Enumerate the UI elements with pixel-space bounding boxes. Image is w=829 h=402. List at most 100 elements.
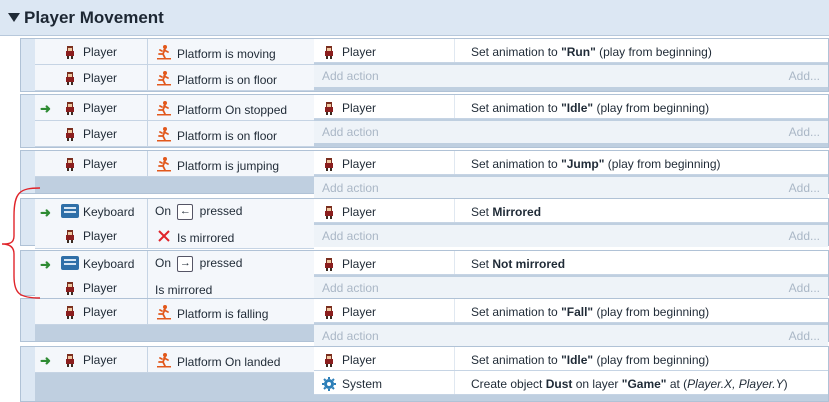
condition-text: On → pressed — [155, 256, 242, 272]
column-separator — [147, 275, 148, 300]
condition-object-name: Player — [83, 281, 118, 295]
player-sprite-icon — [322, 353, 336, 367]
add-more-link[interactable]: Add... — [789, 69, 820, 83]
action-row[interactable]: Player Set animation to "Jump" (play from… — [314, 151, 828, 175]
event-block[interactable]: ➜ Player Platform On stopped Player Platform… — [20, 94, 829, 148]
column-separator — [147, 39, 148, 64]
action-text-part: (play from beginning) — [593, 353, 710, 367]
add-more-link[interactable]: Add... — [789, 281, 820, 295]
condition-object-name: Player — [83, 229, 118, 243]
column-separator — [147, 95, 148, 120]
condition-row[interactable]: Player Platform is on floor — [35, 121, 314, 147]
column-separator — [147, 223, 148, 248]
player-sprite-icon — [322, 205, 336, 219]
action-text-part: Set animation to — [471, 45, 562, 59]
add-action-row[interactable]: Add action Add... — [314, 325, 828, 347]
platform-behavior-icon — [156, 126, 172, 142]
add-more-link[interactable]: Add... — [789, 329, 820, 343]
condition-suffix: pressed — [196, 204, 243, 219]
condition-object-name: Player — [83, 157, 118, 171]
platform-behavior-icon — [156, 100, 172, 116]
event-block[interactable]: ➜ Keyboard On ← pressed Player Is mirrored Pl… — [20, 198, 829, 249]
action-text-part: Create object — [471, 377, 546, 391]
action-row[interactable]: Player Set animation to "Fall" (play from… — [314, 299, 828, 323]
condition-text: Platform is jumping — [177, 159, 280, 173]
condition-object-name: Player — [83, 45, 118, 59]
add-action-link[interactable]: Add action — [322, 229, 379, 243]
action-row[interactable]: Player Set Mirrored — [314, 199, 828, 223]
action-text-part: Set animation to — [471, 305, 562, 319]
add-more-link[interactable]: Add... — [789, 125, 820, 139]
action-row[interactable]: System Create object Dust on layer "Game"… — [314, 371, 828, 395]
event-block[interactable]: ➜ Player Platform On landed Player Set anima… — [20, 346, 829, 402]
condition-row[interactable]: ➜ Keyboard On ← pressed — [35, 199, 314, 225]
column-separator — [147, 121, 148, 146]
condition-row[interactable]: ➜ Player Platform On stopped — [35, 95, 314, 121]
column-separator — [454, 371, 455, 394]
player-sprite-icon — [63, 305, 77, 319]
action-text-part: (play from beginning) — [595, 45, 712, 59]
event-gutter[interactable] — [21, 347, 35, 401]
event-block[interactable]: Player Platform is falling Player Set anima… — [20, 298, 829, 347]
condition-text: Platform is on floor — [177, 129, 278, 143]
event-block[interactable]: Player Platform is moving Player Platform i… — [20, 38, 829, 92]
action-row[interactable]: Player Set animation to "Idle" (play from… — [314, 95, 828, 119]
condition-row[interactable]: Player Platform is falling — [35, 299, 314, 325]
event-gutter[interactable] — [21, 95, 35, 147]
condition-text: Platform On stopped — [177, 103, 288, 117]
trigger-arrow-icon: ➜ — [40, 353, 51, 368]
action-text-part: "Fall" — [561, 305, 594, 319]
condition-row[interactable]: ➜ Player Platform On landed — [35, 347, 314, 373]
add-action-link[interactable]: Add action — [322, 125, 379, 139]
add-more-link[interactable]: Add... — [789, 181, 820, 195]
action-text: Create object Dust on layer "Game" at (P… — [471, 377, 788, 391]
gear-icon — [322, 377, 336, 391]
add-more-link[interactable]: Add... — [789, 229, 820, 243]
add-action-row[interactable]: Add action Add... — [314, 121, 828, 143]
condition-row[interactable]: Player Platform is jumping — [35, 151, 314, 177]
condition-row[interactable]: Player Platform is on floor — [35, 65, 314, 91]
action-row[interactable]: Player Set Not mirrored — [314, 251, 828, 275]
add-action-row[interactable]: Add action Add... — [314, 225, 828, 247]
add-action-link[interactable]: Add action — [322, 69, 379, 83]
annotation-brace — [1, 187, 41, 299]
event-block[interactable]: ➜ Keyboard On → pressed Player Is mirrored Pl… — [20, 250, 829, 301]
action-text-part: Player.X, Player.Y — [687, 377, 784, 391]
action-text-part: Dust — [545, 377, 573, 391]
condition-row[interactable]: Player Is mirrored — [35, 223, 314, 249]
event-gutter[interactable] — [21, 299, 35, 341]
column-separator — [147, 65, 148, 90]
event-gutter[interactable] — [21, 39, 35, 91]
keyboard-icon — [61, 256, 79, 270]
column-separator — [147, 299, 148, 324]
action-object-name: Player — [342, 353, 377, 367]
platform-behavior-icon — [156, 70, 172, 86]
event-block[interactable]: Player Platform is jumping Player Set anima… — [20, 150, 829, 199]
add-action-link[interactable]: Add action — [322, 281, 379, 295]
condition-row[interactable]: Player Platform is moving — [35, 39, 314, 65]
player-sprite-icon — [322, 305, 336, 319]
add-action-row[interactable]: Add action Add... — [314, 65, 828, 87]
add-action-link[interactable]: Add action — [322, 181, 379, 195]
player-sprite-icon — [63, 229, 77, 243]
player-sprite-icon — [322, 101, 336, 115]
action-text-part: Mirrored — [492, 205, 542, 219]
action-text-part: (play from beginning) — [604, 157, 721, 171]
condition-row[interactable]: ➜ Keyboard On → pressed — [35, 251, 314, 277]
action-text-part: Set animation to — [471, 101, 562, 115]
condition-text: On ← pressed — [155, 204, 242, 220]
column-separator — [454, 199, 455, 222]
action-row[interactable]: Player Set animation to "Run" (play from … — [314, 39, 828, 63]
player-sprite-icon — [63, 353, 77, 367]
invert-cross-icon — [156, 228, 172, 244]
add-action-row[interactable]: Add action Add... — [314, 277, 828, 299]
action-row[interactable]: Player Set animation to "Idle" (play from… — [314, 347, 828, 371]
action-text-part: "Jump" — [561, 157, 605, 171]
column-separator — [147, 151, 148, 176]
condition-object-name: Keyboard — [83, 257, 135, 271]
add-action-link[interactable]: Add action — [322, 329, 379, 343]
collapse-triangle-icon[interactable] — [8, 13, 20, 22]
action-text-part: ) — [783, 377, 788, 391]
add-action-row[interactable]: Add action Add... — [314, 177, 828, 199]
event-group-header[interactable]: Player Movement — [0, 0, 829, 36]
